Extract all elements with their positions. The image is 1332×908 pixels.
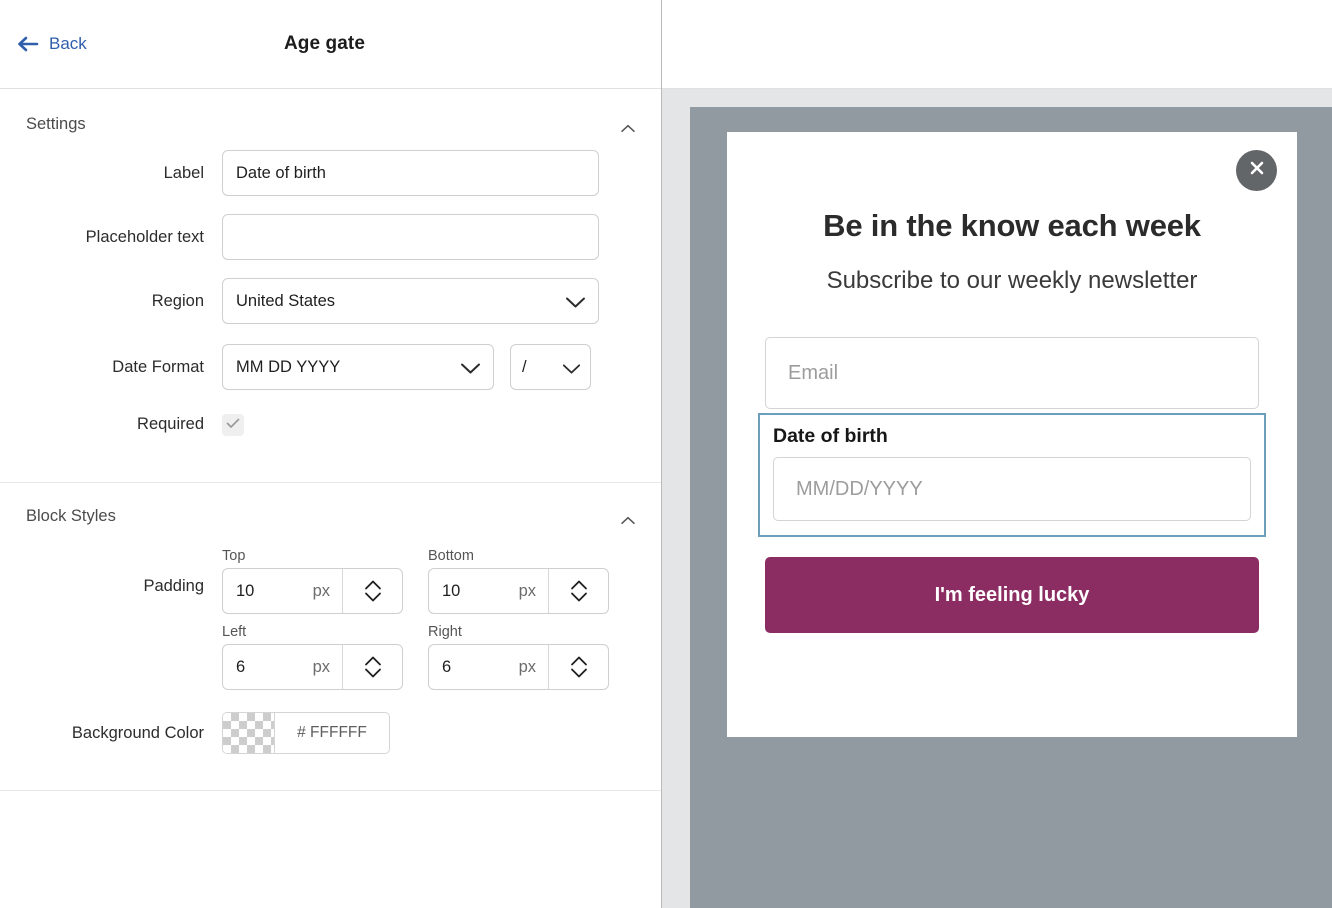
settings-section-header[interactable]: Settings: [0, 89, 661, 150]
color-swatch[interactable]: [223, 713, 275, 753]
padding-bottom-value: 10: [442, 582, 460, 601]
date-format-selected-value: MM DD YYYY: [236, 358, 340, 377]
padding-top-spinner[interactable]: [342, 569, 402, 613]
required-row: Required: [0, 412, 661, 436]
padding-right-spinner[interactable]: [548, 645, 608, 689]
preview-email-input[interactable]: Email: [765, 337, 1259, 409]
check-icon: [226, 416, 240, 434]
preview-submit-label: I'm feeling lucky: [935, 584, 1090, 607]
preview-submit-button[interactable]: I'm feeling lucky: [765, 557, 1259, 633]
required-checkbox[interactable]: [222, 414, 244, 436]
padding-right-value: 6: [442, 658, 451, 677]
placeholder-row: Placeholder text: [0, 214, 661, 260]
padding-row: Padding Top 10 px: [0, 548, 661, 690]
label-input[interactable]: [222, 150, 599, 196]
label-row: Label: [0, 150, 661, 196]
padding-left-cell: Left 6 px: [222, 624, 403, 690]
padding-bottom-unit: px: [519, 582, 536, 601]
padding-left-caption: Left: [222, 624, 403, 640]
modal-overlay: Be in the know each week Subscribe to ou…: [690, 107, 1332, 908]
background-color-field[interactable]: # FFFFFF: [222, 712, 390, 754]
padding-right-stepper[interactable]: 6 px: [428, 644, 609, 690]
settings-section-title: Settings: [26, 115, 86, 134]
editor-panel: Back Age gate Settings Label: [0, 0, 662, 908]
padding-left-value: 6: [236, 658, 245, 677]
chevron-down-icon: [565, 295, 586, 308]
newsletter-modal: Be in the know each week Subscribe to ou…: [727, 132, 1297, 737]
preview-dob-label: Date of birth: [773, 425, 1251, 448]
preview-panel: Be in the know each week Subscribe to ou…: [662, 0, 1332, 908]
modal-title: Be in the know each week: [765, 208, 1259, 244]
preview-stage: Be in the know each week Subscribe to ou…: [662, 89, 1332, 908]
background-color-row: Background Color # FFFFFF: [0, 712, 661, 754]
date-separator-selected-value: /: [522, 358, 527, 377]
date-format-select[interactable]: MM DD YYYY: [222, 344, 494, 390]
app-root: Back Age gate Settings Label: [0, 0, 1332, 908]
background-color-caption: Background Color: [26, 724, 222, 743]
chevron-down-icon: [562, 361, 581, 374]
padding-top-stepper[interactable]: 10 px: [222, 568, 403, 614]
padding-left-unit: px: [313, 658, 330, 677]
background-color-value: # FFFFFF: [275, 713, 389, 753]
region-selected-value: United States: [236, 292, 335, 311]
modal-subtitle: Subscribe to our weekly newsletter: [765, 267, 1259, 295]
padding-top-value: 10: [236, 582, 254, 601]
arrow-left-icon: [16, 34, 40, 54]
date-separator-select[interactable]: /: [510, 344, 591, 390]
placeholder-input[interactable]: [222, 214, 599, 260]
block-styles-section-header[interactable]: Block Styles: [0, 483, 661, 548]
padding-top-unit: px: [313, 582, 330, 601]
chevron-down-icon: [460, 361, 481, 374]
editor-header: Back Age gate: [0, 0, 661, 89]
chevron-updown-icon: [362, 576, 384, 606]
padding-bottom-caption: Bottom: [428, 548, 609, 564]
preview-dob-input[interactable]: MM/DD/YYYY: [773, 457, 1251, 521]
chevron-updown-icon: [568, 652, 590, 682]
padding-left-spinner[interactable]: [342, 645, 402, 689]
required-caption: Required: [26, 415, 222, 434]
region-row: Region United States: [0, 278, 661, 324]
date-format-caption: Date Format: [26, 358, 222, 377]
preview-email-placeholder: Email: [788, 362, 838, 385]
chevron-up-icon: [621, 512, 635, 521]
back-label: Back: [49, 34, 87, 54]
padding-caption: Padding: [26, 548, 222, 596]
padding-bottom-spinner[interactable]: [548, 569, 608, 613]
padding-right-caption: Right: [428, 624, 609, 640]
placeholder-caption: Placeholder text: [26, 228, 222, 247]
block-styles-section: Block Styles Padding Top: [0, 483, 661, 791]
region-caption: Region: [26, 292, 222, 311]
page-title: Age gate: [0, 33, 661, 55]
preview-dob-block-selected[interactable]: Date of birth MM/DD/YYYY: [758, 413, 1266, 537]
chevron-updown-icon: [362, 652, 384, 682]
chevron-up-icon: [621, 120, 635, 129]
padding-bottom-cell: Bottom 10 px: [428, 548, 609, 614]
preview-topbar: [662, 0, 1332, 89]
chevron-updown-icon: [568, 576, 590, 606]
padding-left-stepper[interactable]: 6 px: [222, 644, 403, 690]
padding-top-cell: Top 10 px: [222, 548, 403, 614]
padding-top-caption: Top: [222, 548, 403, 564]
padding-right-cell: Right 6 px: [428, 624, 609, 690]
label-caption: Label: [26, 164, 222, 183]
padding-right-unit: px: [519, 658, 536, 677]
preview-dob-placeholder: MM/DD/YYYY: [796, 478, 923, 501]
date-format-row: Date Format MM DD YYYY /: [0, 344, 661, 390]
settings-section: Settings Label Placeholder text: [0, 89, 661, 483]
back-button[interactable]: Back: [16, 34, 87, 54]
region-select[interactable]: United States: [222, 278, 599, 324]
block-styles-section-title: Block Styles: [26, 507, 116, 526]
close-button[interactable]: [1236, 150, 1277, 191]
padding-bottom-stepper[interactable]: 10 px: [428, 568, 609, 614]
close-icon: [1247, 158, 1267, 183]
